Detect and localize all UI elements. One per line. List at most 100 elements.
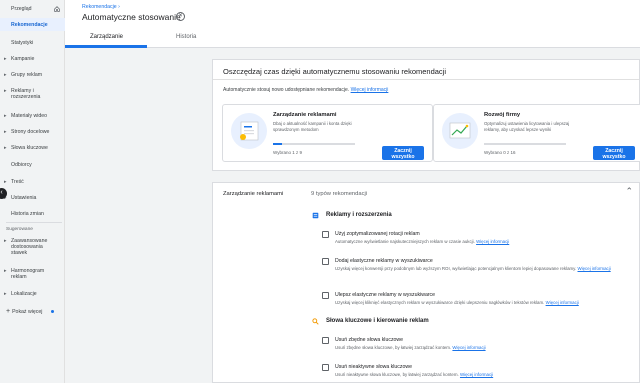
card-title: Zarządzanie reklamami xyxy=(273,112,337,118)
sidebar-item-label: Odbiorcy xyxy=(11,162,32,168)
sidebar-item-bid-adjustments[interactable]: ▸ Zaawansowane dostosowania stawek xyxy=(0,238,58,256)
description-text: Usuń zbędne słowa kluczowe, by łatwiej z… xyxy=(335,345,452,350)
sidebar-item-label: Lokalizacje xyxy=(11,291,37,297)
divider xyxy=(213,79,639,80)
description-text: Uzyskaj więcej konwersji przy podobnym l… xyxy=(335,266,577,271)
sidebar-item-content[interactable]: ▸ Treść xyxy=(0,179,65,185)
recommendation-title: Ulepsz elastyczne reklamy w wyszukiwarce xyxy=(335,292,436,298)
page-header: Rekomendacje › Automatyczne stosowanie ×… xyxy=(65,0,640,48)
sidebar-item-change-history[interactable]: Historia zmian xyxy=(0,211,65,217)
sidebar-item-ads-extensions[interactable]: ▸ Reklamy i rozszerzenia xyxy=(0,88,60,100)
recommendation-title: Usuń nieaktywne słowa kluczowe xyxy=(335,364,412,370)
recommendation-checkbox[interactable] xyxy=(322,231,329,238)
recommendation-checkbox[interactable] xyxy=(322,292,329,299)
plus-icon: + xyxy=(6,308,11,315)
recommendation-description: Usuń zbędne słowa kluczowe, by łatwiej z… xyxy=(335,345,486,351)
card-description: Optymalizuj ustawienia licytowania i ule… xyxy=(484,121,570,132)
chevron-right-icon: ▸ xyxy=(4,145,7,151)
sidebar-item-label: Statystyki xyxy=(11,40,34,46)
recommendation-title: Użyj zoptymalizowanej rotacji reklam xyxy=(335,231,420,237)
sidebar-item-ad-schedule[interactable]: ▸ Harmonogram reklam xyxy=(0,268,58,280)
card-description: Automatycznie stosuj nowo udostępniane r… xyxy=(223,87,388,93)
sidebar-item-recommendations[interactable]: Rekomendacje xyxy=(0,18,65,31)
breadcrumb-label: Rekomendacje xyxy=(82,4,117,10)
breadcrumb[interactable]: Rekomendacje › xyxy=(82,4,120,10)
active-tab-indicator xyxy=(65,45,147,48)
business-growth-card: Rozwój firmy Optymalizuj ustawienia licy… xyxy=(433,104,640,162)
sidebar-item-label: Harmonogram reklam xyxy=(11,268,45,280)
ad-management-card: Zarządzanie reklamami Dbaj o aktualność … xyxy=(222,104,433,162)
chevron-right-icon: ▸ xyxy=(4,268,7,274)
chevron-right-icon: › xyxy=(118,4,120,10)
chevron-right-icon: ▸ xyxy=(4,88,7,94)
sidebar-item-label: Strony docelowe xyxy=(11,129,50,135)
sidebar-item-label: Treść xyxy=(11,179,24,185)
sidebar-item-audiences[interactable]: Odbiorcy xyxy=(0,162,65,168)
sidebar: Przegląd Rekomendacje Statystyki ▸ Kampan… xyxy=(0,0,65,383)
ad-management-section: Zarządzanie reklamami 9 typów rekomendac… xyxy=(212,182,640,383)
chevron-up-icon[interactable]: ⌃ xyxy=(625,186,633,197)
card-title: Rozwój firmy xyxy=(484,112,521,118)
select-all-button[interactable]: Zacznij wszystko xyxy=(593,146,635,160)
group-title: Reklamy i rozszerzenia xyxy=(326,212,392,218)
card-description: Dbaj o aktualność kampanii i konta dzięk… xyxy=(273,121,352,132)
recommendation-description: Usuń nieaktywne słowa kluczowe, by łatwi… xyxy=(335,372,493,378)
sidebar-item-campaigns[interactable]: ▸ Kampanie xyxy=(0,56,65,62)
description-text: Usuń nieaktywne słowa kluczowe, by łatwi… xyxy=(335,372,459,377)
sidebar-item-videos[interactable]: ▸ Materiały wideo xyxy=(0,113,65,119)
chevron-right-icon: ▸ xyxy=(4,179,7,185)
selection-count: Wybrano 1 z 9 xyxy=(273,150,302,155)
sidebar-item-label: Ustawienia xyxy=(11,195,37,201)
recommendation-title: Usuń zbędne słowa kluczowe xyxy=(335,337,404,343)
sidebar-item-label: Rekomendacje xyxy=(11,21,48,28)
sidebar-item-keywords[interactable]: ▸ Słowa kluczowe xyxy=(0,145,65,151)
sidebar-item-label: Zaawansowane dostosowania stawek xyxy=(11,238,48,256)
sidebar-item-locations[interactable]: ▸ Lokalizacje xyxy=(0,291,65,297)
sidebar-item-label: Grupy reklam xyxy=(11,72,43,78)
illustration xyxy=(442,113,478,149)
recommendation-description: Uzyskaj więcej konwersji przy podobnym l… xyxy=(335,266,635,272)
chevron-right-icon: ▸ xyxy=(4,291,7,297)
sidebar-item-label: Reklamy i rozszerzenia xyxy=(11,88,41,100)
sidebar-item-settings[interactable]: ▸ Ustawienia xyxy=(0,195,65,201)
sidebar-item-landing-pages[interactable]: ▸ Strony docelowe xyxy=(0,129,65,135)
learn-more-link[interactable]: Więcej informacji xyxy=(546,300,579,305)
recommendation-description: Automatyczne wyświetlanie najskuteczniej… xyxy=(335,239,509,245)
recommendation-description: Uzyskaj więcej kliknięć elastycznych rek… xyxy=(335,300,579,306)
learn-more-link[interactable]: Więcej informacji xyxy=(476,239,509,244)
description-text: Automatycznie stosuj nowo udostępniane r… xyxy=(223,87,350,93)
description-text: Automatyczne wyświetlanie najskuteczniej… xyxy=(335,239,475,244)
sidebar-item-label: Historia zmian xyxy=(11,211,44,217)
recommendation-checkbox[interactable] xyxy=(322,337,329,344)
progress-fill xyxy=(273,143,283,145)
chevron-right-icon: ▸ xyxy=(4,56,7,62)
sidebar-item-label: Kampanie xyxy=(11,56,35,62)
select-all-button[interactable]: Zacznij wszystko xyxy=(382,146,424,160)
show-more-button[interactable]: + Pokaż więcej xyxy=(6,308,55,315)
sidebar-item-insights[interactable]: Statystyki xyxy=(0,40,65,46)
learn-more-link[interactable]: Więcej informacji xyxy=(452,345,485,350)
suggested-label: Sugerowane xyxy=(6,227,33,232)
chevron-right-icon: ▸ xyxy=(4,72,7,78)
learn-more-link[interactable]: Więcej informacji xyxy=(578,266,611,271)
sidebar-item-label: Słowa kluczowe xyxy=(11,145,48,151)
tab-history[interactable]: Historia xyxy=(176,34,196,40)
selection-progress-bar xyxy=(484,143,566,145)
description-text: Uzyskaj więcej kliknięć elastycznych rek… xyxy=(335,300,545,305)
notification-dot xyxy=(51,310,55,314)
card-title: Oszczędzaj czas dzięki automatycznemu st… xyxy=(223,67,447,76)
recommendation-checkbox[interactable] xyxy=(322,258,329,265)
sidebar-item-label: Materiały wideo xyxy=(11,113,48,119)
learn-more-link[interactable]: Więcej informacji xyxy=(351,87,389,93)
recommendation-title: Dodaj elastyczne reklamy w wyszukiwarce xyxy=(335,258,433,264)
home-icon[interactable] xyxy=(54,6,60,12)
learn-more-link[interactable]: Więcej informacji xyxy=(460,372,493,377)
ads-icon xyxy=(312,212,319,219)
recommendation-type-count: 9 typów rekomendacji xyxy=(311,191,368,197)
close-circle-icon[interactable]: × xyxy=(176,12,185,21)
illustration xyxy=(231,113,267,149)
group-title: Słowa kluczowe i kierowanie reklam xyxy=(326,318,429,324)
sidebar-item-ad-groups[interactable]: ▸ Grupy reklam xyxy=(0,72,65,78)
tab-management[interactable]: Zarządzanie xyxy=(90,34,123,40)
recommendation-checkbox[interactable] xyxy=(322,364,329,371)
